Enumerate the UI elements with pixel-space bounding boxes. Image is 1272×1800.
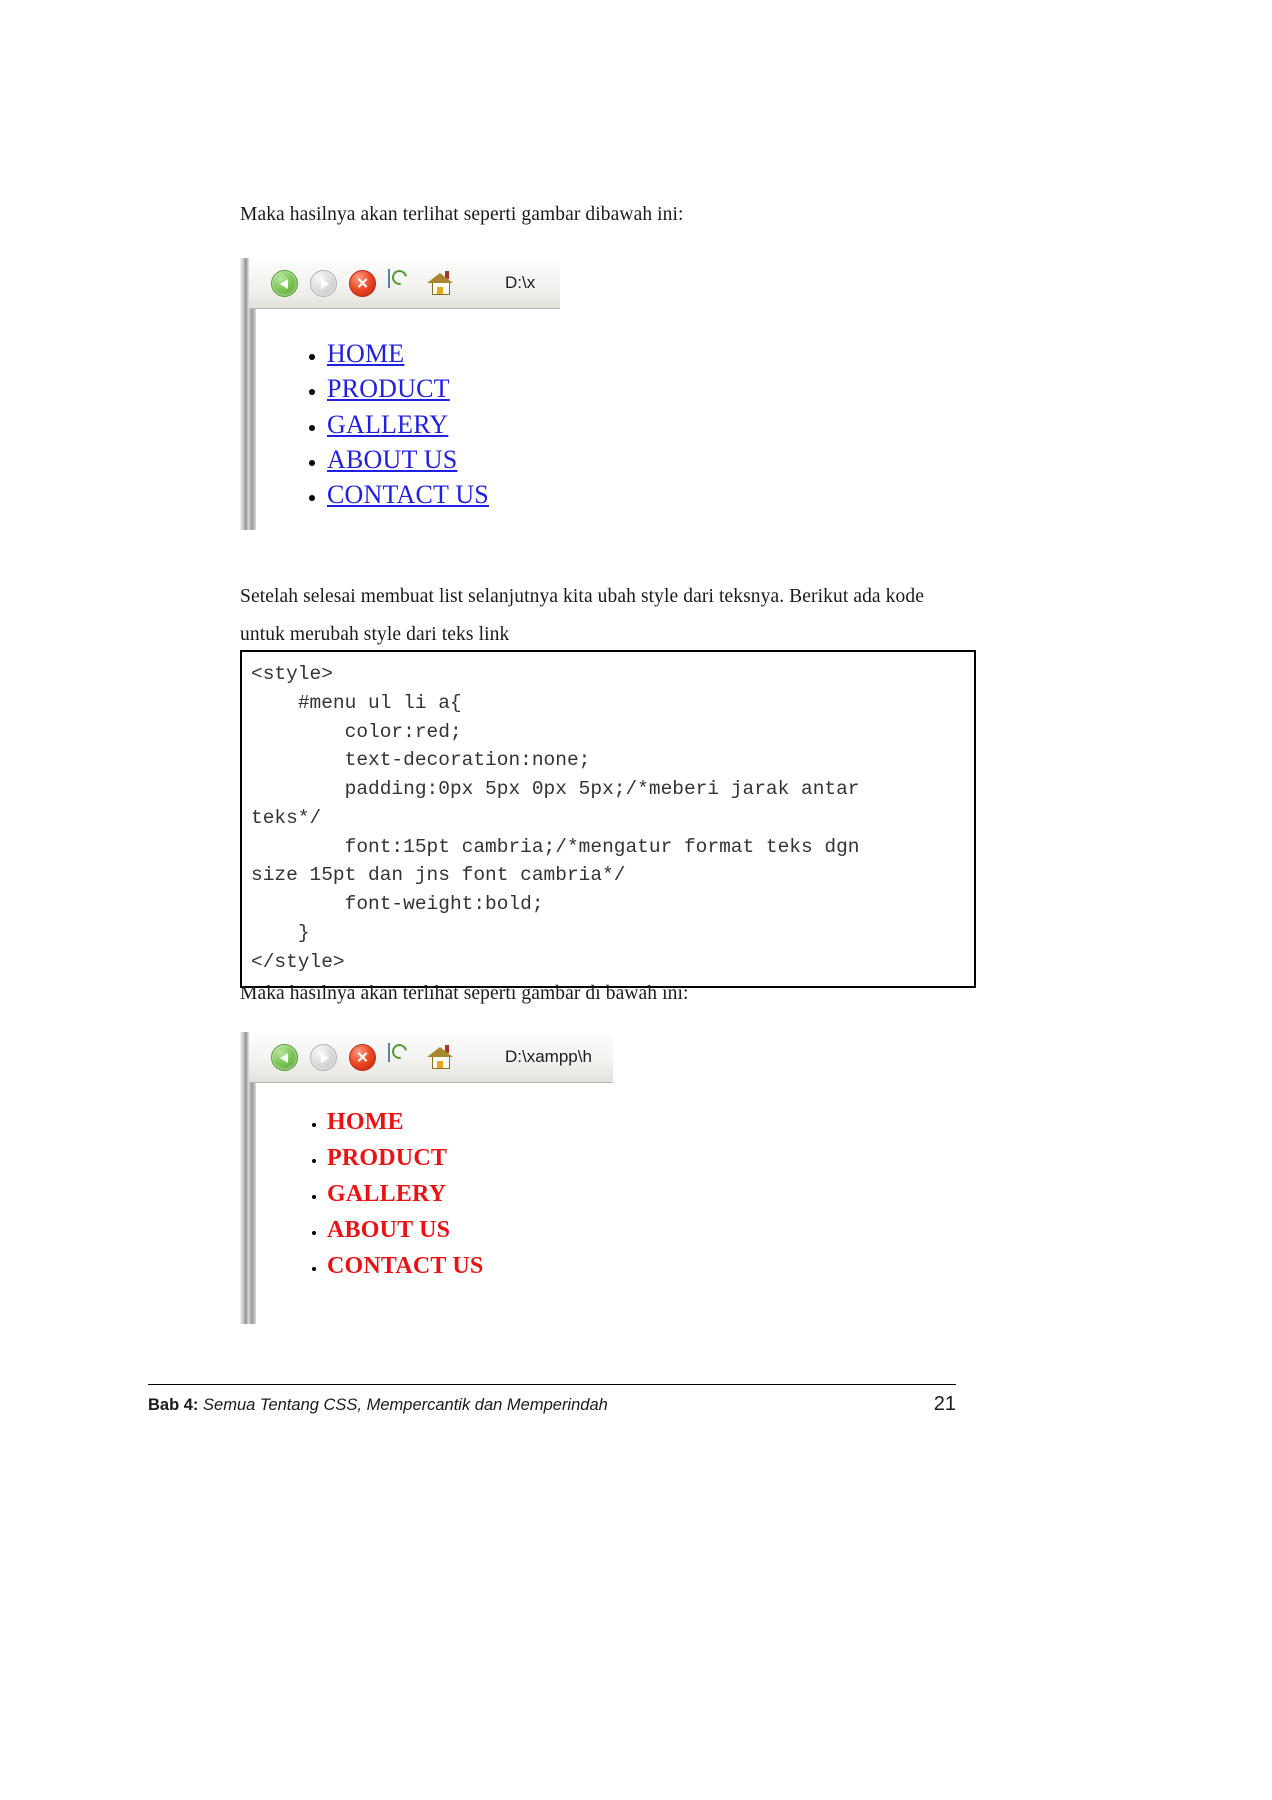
browser-toolbar: ✕ D:\x	[249, 258, 560, 309]
refresh-icon[interactable]	[388, 1043, 414, 1070]
browser-viewport: HOME PRODUCT GALLERY ABOUT US CONTACT US	[249, 309, 560, 530]
stop-glyph: ✕	[356, 1049, 369, 1066]
list-item: CONTACT US	[327, 1249, 613, 1283]
forward-icon[interactable]	[310, 270, 337, 297]
nav-menu-list: HOME PRODUCT GALLERY ABOUT US CONTACT US	[249, 309, 560, 511]
list-item: PRODUCT	[327, 372, 560, 405]
list-item: ABOUT US	[327, 1213, 613, 1247]
list-item: HOME	[327, 1105, 613, 1139]
paragraph-intro-second-result: Maka hasilnya akan terlihat seperti gamb…	[240, 983, 689, 1004]
document-page: Maka hasilnya akan terlihat seperti gamb…	[0, 0, 1272, 1800]
back-icon[interactable]	[271, 1044, 298, 1071]
paragraph-intro-first-result: Maka hasilnya akan terlihat seperti gamb…	[240, 204, 684, 225]
footer-chapter: Bab 4: Semua Tentang CSS, Mempercantik d…	[148, 1396, 608, 1415]
home-icon[interactable]	[427, 270, 453, 296]
menu-link-about-us[interactable]: ABOUT US	[327, 445, 457, 474]
menu-link-home[interactable]: HOME	[327, 339, 404, 368]
code-block-content: <style> #menu ul li a{ color:red; text-d…	[251, 663, 860, 973]
menu-link-product[interactable]: PRODUCT	[327, 1145, 447, 1171]
refresh-icon[interactable]	[388, 269, 414, 296]
viewport-left-border	[249, 1083, 256, 1324]
browser-toolbar: ✕ D:\xampp\h	[249, 1032, 613, 1083]
list-item: GALLERY	[327, 1177, 613, 1211]
stop-glyph: ✕	[356, 275, 369, 292]
nav-menu-list: HOME PRODUCT GALLERY ABOUT US CONTACT US	[249, 1083, 613, 1283]
list-item: CONTACT US	[327, 478, 560, 511]
paragraph-style-intro: Setelah selesai membuat list selanjutnya…	[240, 586, 924, 646]
home-icon[interactable]	[427, 1044, 453, 1070]
list-item: ABOUT US	[327, 443, 560, 476]
window-left-edge	[240, 258, 249, 530]
back-icon[interactable]	[271, 270, 298, 297]
toolbar-icon-group: ✕	[249, 1043, 453, 1071]
menu-link-home[interactable]: HOME	[327, 1109, 404, 1135]
footer-chapter-label: Bab 4:	[148, 1396, 199, 1414]
page-footer: Bab 4: Semua Tentang CSS, Mempercantik d…	[148, 1393, 956, 1416]
stop-icon[interactable]: ✕	[349, 270, 376, 297]
list-item: GALLERY	[327, 408, 560, 441]
forward-icon[interactable]	[310, 1044, 337, 1071]
menu-link-gallery[interactable]: GALLERY	[327, 410, 448, 439]
code-block: <style> #menu ul li a{ color:red; text-d…	[240, 650, 976, 989]
browser-viewport: HOME PRODUCT GALLERY ABOUT US CONTACT US	[249, 1083, 613, 1324]
menu-link-product[interactable]: PRODUCT	[327, 374, 450, 403]
footer-divider	[148, 1384, 956, 1385]
page-number: 21	[933, 1393, 956, 1415]
browser-screenshot-red-links: ✕ D:\xampp\h HOME	[240, 1032, 613, 1324]
menu-link-contact-us[interactable]: CONTACT US	[327, 480, 489, 509]
footer-chapter-title: Semua Tentang CSS, Mempercantik dan Memp…	[203, 1396, 608, 1414]
stop-icon[interactable]: ✕	[349, 1044, 376, 1071]
browser-screenshot-blue-links: ✕ D:\x HOME	[240, 258, 560, 530]
menu-link-about-us[interactable]: ABOUT US	[327, 1217, 450, 1243]
menu-link-gallery[interactable]: GALLERY	[327, 1181, 446, 1207]
address-bar-text[interactable]: D:\x	[505, 273, 535, 293]
toolbar-icon-group: ✕	[249, 269, 453, 297]
viewport-left-border	[249, 309, 256, 530]
list-item: PRODUCT	[327, 1141, 613, 1175]
list-item: HOME	[327, 337, 560, 370]
address-bar-text[interactable]: D:\xampp\h	[505, 1047, 592, 1067]
menu-link-contact-us[interactable]: CONTACT US	[327, 1253, 483, 1279]
window-left-edge	[240, 1032, 249, 1324]
